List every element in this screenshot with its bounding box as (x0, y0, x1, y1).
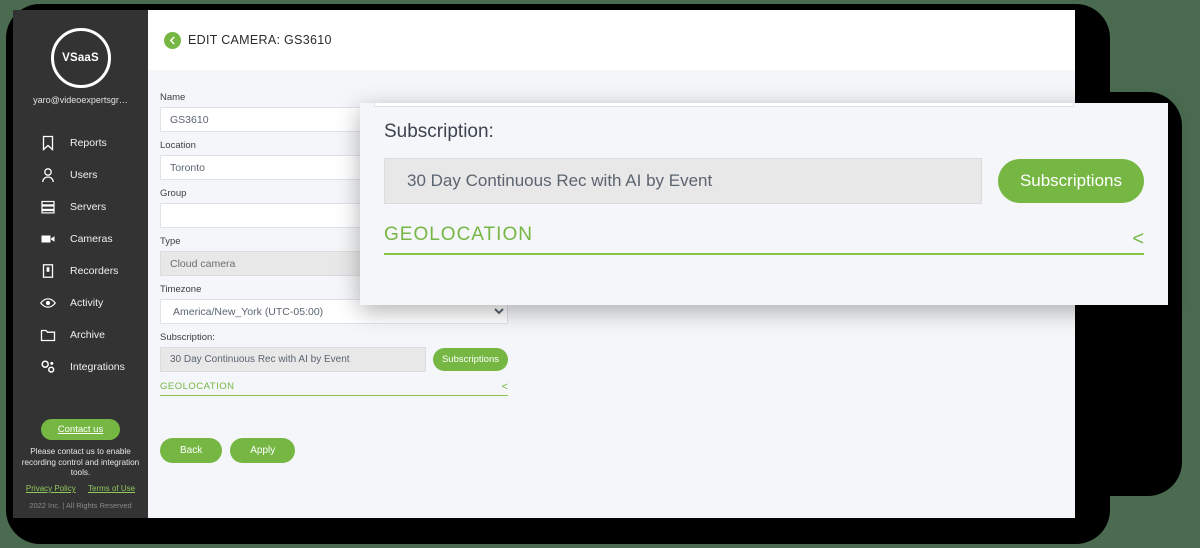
magnified-subscriptions-button[interactable]: Subscriptions (997, 159, 1144, 203)
camera-icon (39, 230, 57, 248)
form-actions: Back Apply (160, 438, 1075, 463)
privacy-policy-link[interactable]: Privacy Policy (26, 484, 76, 493)
back-button[interactable]: Back (160, 438, 223, 463)
user-icon (39, 166, 57, 184)
magnified-subscription-panel: Subscription: 30 Day Continuous Rec with… (360, 103, 1168, 305)
page-header: EDIT CAMERA: GS3610 (148, 10, 1075, 70)
sidebar-item-label: Activity (70, 297, 104, 309)
magnified-subscription-value: 30 Day Continuous Rec with AI by Event (384, 158, 982, 204)
sidebar: VSaaS yaro@videoexpertsgr… Reports Users (13, 10, 148, 518)
gears-icon (39, 358, 57, 376)
apply-button[interactable]: Apply (230, 438, 296, 463)
back-arrow-icon[interactable] (164, 31, 181, 49)
bookmark-icon (39, 134, 57, 152)
sidebar-item-label: Archive (70, 329, 106, 341)
sidebar-item-integrations[interactable]: Integrations (39, 351, 148, 383)
sidebar-item-recorders[interactable]: Recorders (39, 255, 148, 287)
magnified-geolocation-header[interactable]: GEOLOCATION < (384, 224, 1144, 255)
eye-icon (39, 294, 57, 312)
sidebar-footer-links: Privacy Policy Terms of Use (13, 484, 148, 493)
name-label: Name (160, 92, 186, 103)
magnified-geolocation-title: GEOLOCATION (384, 224, 533, 245)
sidebar-footer: Contact us Please contact us to enable r… (13, 419, 148, 510)
geolocation-collapse-icon[interactable]: < (502, 382, 508, 393)
sidebar-item-servers[interactable]: Servers (39, 191, 148, 223)
sidebar-item-label: Cameras (70, 233, 113, 245)
subscription-label: Subscription: (160, 332, 215, 343)
avatar-label: VSaaS (62, 52, 99, 64)
subscription-value: 30 Day Continuous Rec with AI by Event (160, 347, 426, 372)
page-title: EDIT CAMERA: GS3610 (188, 33, 332, 47)
magnified-subscription-row: 30 Day Continuous Rec with AI by Event S… (384, 158, 1144, 204)
folder-icon (39, 326, 57, 344)
user-email: yaro@videoexpertsgr… (33, 95, 128, 105)
sidebar-item-label: Reports (70, 137, 107, 149)
avatar[interactable]: VSaaS (50, 28, 111, 88)
server-icon (39, 198, 57, 216)
sidebar-item-label: Users (70, 169, 98, 181)
subscriptions-button[interactable]: Subscriptions (432, 348, 508, 371)
contact-us-button[interactable]: Contact us (40, 419, 121, 441)
sidebar-item-users[interactable]: Users (39, 159, 148, 191)
magnified-subscription-label: Subscription: (384, 121, 494, 142)
geolocation-title: GEOLOCATION (160, 381, 235, 392)
sidebar-item-cameras[interactable]: Cameras (39, 223, 148, 255)
sidebar-item-label: Integrations (70, 361, 125, 373)
terms-of-use-link[interactable]: Terms of Use (88, 484, 135, 493)
sidebar-item-archive[interactable]: Archive (39, 319, 148, 351)
subscription-row: 30 Day Continuous Rec with AI by Event S… (160, 347, 508, 372)
sidebar-item-label: Servers (70, 201, 107, 213)
magnified-field-edge (374, 103, 1074, 107)
magnified-geolocation-collapse-icon[interactable]: < (1132, 229, 1144, 249)
sidebar-item-label: Recorders (70, 265, 119, 277)
sidebar-account: VSaaS yaro@videoexpertsgr… (13, 10, 148, 105)
screenshot-stage: VSaaS yaro@videoexpertsgr… Reports Users (0, 0, 1200, 548)
sidebar-footer-note: Please contact us to enable recording co… (21, 447, 140, 477)
recorder-icon (39, 262, 57, 280)
geolocation-section-header[interactable]: GEOLOCATION < (160, 381, 508, 396)
sidebar-nav: Reports Users Servers Cameras Recorders … (13, 127, 148, 383)
field-subscription: Subscription: 30 Day Continuous Rec with… (160, 332, 508, 372)
sidebar-item-activity[interactable]: Activity (39, 287, 148, 319)
sidebar-item-reports[interactable]: Reports (39, 127, 148, 159)
copyright-text: 2022 Inc. | All Rights Reserved (29, 501, 132, 510)
